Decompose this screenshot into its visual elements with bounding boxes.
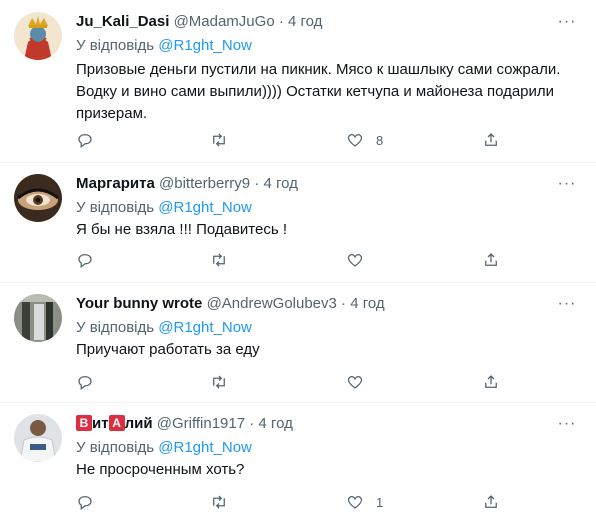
user-handle[interactable]: @bitterberry9 — [159, 175, 250, 192]
more-icon[interactable]: ··· — [556, 296, 578, 316]
display-name[interactable]: Ju_Kali_Dasi — [76, 13, 169, 30]
like-icon — [347, 254, 363, 267]
share-button[interactable] — [482, 492, 500, 512]
reply-context: У відповідь @R1ght_Now — [76, 198, 252, 218]
retweet-icon — [213, 253, 225, 267]
avatar[interactable] — [14, 174, 62, 222]
share-button[interactable] — [482, 250, 500, 270]
avatar[interactable] — [14, 414, 62, 462]
reply-prefix: У відповідь — [76, 439, 155, 456]
reply-context: У відповідь @R1ght_Now — [76, 438, 252, 458]
tweet-text: Приучают работать за еду — [76, 341, 260, 358]
letter-badge: В — [76, 415, 92, 431]
retweet-icon — [213, 375, 225, 389]
avatar[interactable] — [14, 294, 62, 342]
tweet-actions — [76, 372, 556, 392]
like-button[interactable]: 1 — [346, 492, 383, 512]
reply-context: У відповідь @R1ght_Now — [76, 36, 252, 56]
tweet-actions — [76, 250, 556, 270]
more-icon[interactable]: ··· — [556, 416, 578, 436]
reply-button[interactable] — [76, 372, 106, 392]
tweet-header: Вит Алий @Griffin1917 · 4 год — [76, 414, 556, 434]
reply-button[interactable] — [76, 130, 106, 150]
tweet-text: Призовые деньги пустили на пикник. Мясо … — [76, 61, 561, 122]
like-icon — [347, 376, 363, 389]
reply-icon — [78, 376, 92, 391]
mention-link[interactable]: @R1ght_Now — [158, 319, 252, 336]
display-name[interactable]: Your bunny wrote — [76, 295, 202, 312]
more-icon[interactable]: ··· — [556, 176, 578, 196]
reply-prefix: У відповідь — [76, 37, 155, 54]
tweet[interactable]: Ju_Kali_Dasi @MadamJuGo · 4 год ··· У ві… — [0, 0, 596, 163]
reply-icon — [78, 496, 92, 511]
tweet-header: Your bunny wrote @AndrewGolubev3 · 4 год — [76, 294, 556, 314]
tweet[interactable]: Маргарита @bitterberry9 · 4 год ··· У ві… — [0, 162, 596, 283]
timestamp[interactable]: 4 год — [263, 175, 297, 192]
reply-context: У відповідь @R1ght_Now — [76, 318, 252, 338]
timestamp[interactable]: 4 год — [258, 415, 292, 432]
separator-dot: · — [249, 415, 255, 432]
user-handle[interactable]: @MadamJuGo — [174, 13, 275, 30]
like-icon — [347, 496, 363, 509]
like-button[interactable]: 8 — [346, 130, 383, 150]
share-icon — [485, 253, 497, 266]
like-button[interactable] — [346, 372, 376, 392]
tweet-actions: 8 — [76, 130, 556, 150]
reply-icon — [78, 134, 92, 149]
tweet[interactable]: Your bunny wrote @AndrewGolubev3 · 4 год… — [0, 282, 596, 403]
retweet-icon — [213, 133, 225, 147]
mention-link[interactable]: @R1ght_Now — [158, 199, 252, 216]
separator-dot: · — [278, 13, 284, 30]
timestamp[interactable]: 4 год — [288, 13, 322, 30]
timestamp[interactable]: 4 год — [350, 295, 384, 312]
mention-link[interactable]: @R1ght_Now — [158, 439, 252, 456]
share-icon — [485, 495, 497, 508]
more-icon[interactable]: ··· — [556, 14, 578, 34]
share-button[interactable] — [482, 372, 500, 392]
user-handle[interactable]: @Griffin1917 — [157, 415, 245, 432]
reply-prefix: У відповідь — [76, 199, 155, 216]
display-name[interactable]: Вит Алий — [76, 415, 153, 432]
separator-dot: · — [341, 295, 347, 312]
reply-button[interactable] — [76, 492, 106, 512]
retweet-button[interactable] — [210, 250, 240, 270]
tweet-actions: 1 — [76, 492, 556, 512]
reply-button[interactable] — [76, 250, 106, 270]
avatar[interactable] — [14, 12, 62, 60]
tweet[interactable]: Вит Алий @Griffin1917 · 4 год ··· У відпо… — [0, 402, 596, 520]
like-button[interactable] — [346, 250, 376, 270]
tweet-text: Я бы не взяла !!! Подавитесь ! — [76, 221, 287, 238]
tweet-text: Не просроченным хоть? — [76, 461, 245, 478]
reply-prefix: У відповідь — [76, 319, 155, 336]
tweet-header: Ju_Kali_Dasi @MadamJuGo · 4 год — [76, 12, 556, 32]
display-name[interactable]: Маргарита — [76, 175, 155, 192]
retweet-button[interactable] — [210, 130, 240, 150]
retweet-icon — [213, 495, 225, 509]
like-icon — [347, 134, 363, 147]
mention-link[interactable]: @R1ght_Now — [158, 37, 252, 54]
share-icon — [485, 133, 497, 146]
reply-icon — [78, 254, 92, 269]
name-part: лий — [124, 415, 153, 432]
tweet-header: Маргарита @bitterberry9 · 4 год — [76, 174, 556, 194]
like-count: 8 — [376, 132, 384, 148]
user-handle[interactable]: @AndrewGolubev3 — [207, 295, 337, 312]
letter-badge: А — [108, 415, 125, 431]
like-count: 1 — [376, 494, 384, 510]
share-button[interactable] — [482, 130, 500, 150]
name-part: ит — [92, 415, 109, 432]
separator-dot: · — [254, 175, 260, 192]
share-icon — [485, 375, 497, 388]
retweet-button[interactable] — [210, 372, 240, 392]
retweet-button[interactable] — [210, 492, 240, 512]
